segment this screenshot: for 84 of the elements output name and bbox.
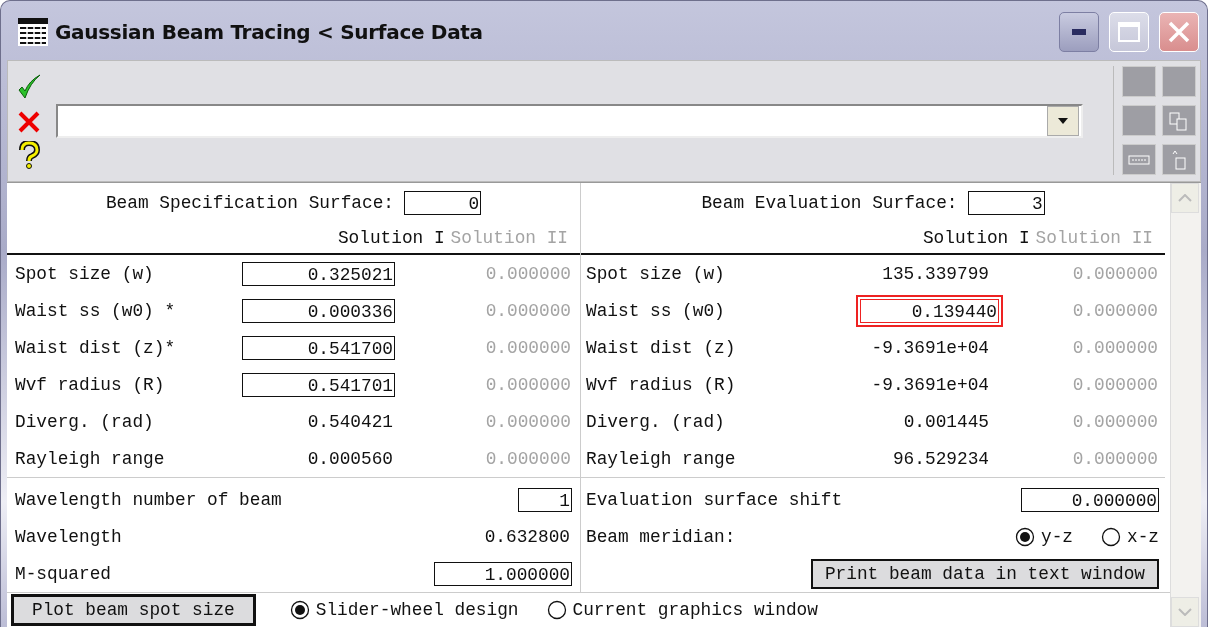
- value-text: -9.3691e+04: [871, 374, 990, 395]
- value-field[interactable]: 0.541700: [242, 335, 395, 360]
- value-text: 0.540421: [307, 411, 394, 432]
- print-button[interactable]: Print beam data in text window: [810, 558, 1159, 589]
- dropdown-button[interactable]: [1047, 105, 1079, 136]
- value-text: 0.000560: [307, 448, 394, 469]
- plot-button[interactable]: Plot beam spot size: [11, 594, 256, 626]
- surface-field[interactable]: 0: [404, 191, 482, 215]
- maximize-icon: [1118, 22, 1140, 43]
- disabled-value: 0.000000: [484, 337, 571, 358]
- check-icon[interactable]: [16, 72, 42, 101]
- value-field[interactable]: 1: [518, 487, 572, 512]
- field-label: Waist dist (z)*: [14, 337, 177, 358]
- field-label: Spot size (w): [585, 263, 726, 284]
- radio-button[interactable]: [546, 600, 567, 620]
- value-field[interactable]: 0.000336: [242, 298, 395, 323]
- value-field[interactable]: 0.325021: [242, 261, 395, 286]
- field-label: Wavelength: [15, 526, 122, 547]
- radio-label: Slider-wheel design: [315, 600, 519, 620]
- column-heading: Solution I: [922, 228, 1030, 248]
- column-heading: Solution II: [450, 228, 568, 248]
- copy-icon: [1168, 110, 1190, 131]
- field-label: Diverg. (rad): [585, 411, 726, 432]
- value-text: 96.529234: [892, 448, 990, 469]
- field-label: M-squared: [15, 563, 112, 584]
- disabled-value: 0.000000: [484, 374, 571, 395]
- radio-button[interactable]: [289, 600, 310, 620]
- column-heading: Solution II: [1035, 228, 1153, 248]
- toolbar-button[interactable]: [1162, 144, 1196, 176]
- value-text: -9.3691e+04: [871, 337, 990, 358]
- toolbar-button[interactable]: [1162, 66, 1196, 98]
- radio-button[interactable]: [1014, 526, 1035, 547]
- field-label: Waist dist (z): [585, 337, 737, 358]
- table-icon: [17, 17, 49, 48]
- radio-label: Current graphics window: [572, 600, 818, 620]
- value-text: 135.339799: [882, 263, 990, 284]
- field-label: Beam meridian:: [586, 526, 736, 547]
- surface-field[interactable]: 3: [967, 191, 1045, 215]
- disabled-value: 0.000000: [1071, 337, 1158, 358]
- radio-button[interactable]: [1101, 526, 1121, 547]
- caret-icon: [1058, 117, 1068, 124]
- disabled-value: 0.000000: [484, 263, 571, 284]
- disabled-value: 0.000000: [1071, 411, 1158, 432]
- column-heading: Solution I: [337, 228, 445, 248]
- value-text: 0.632800: [484, 526, 571, 547]
- scroll-down-button[interactable]: [1171, 597, 1199, 627]
- field-label: Wavelength number of beam: [15, 489, 282, 510]
- field-label: Rayleigh range: [14, 448, 166, 469]
- minimize-button[interactable]: [1059, 12, 1099, 53]
- value-field[interactable]: 0.541701: [242, 372, 395, 397]
- toolbar-button[interactable]: [1122, 105, 1156, 137]
- field-label: Wvf radius (R): [585, 374, 737, 395]
- surface-label: Beam Specification Surface:: [105, 193, 395, 213]
- field-label: Wvf radius (R): [14, 374, 166, 395]
- disabled-value: 0.000000: [484, 411, 571, 432]
- close-button[interactable]: [1159, 12, 1199, 53]
- field-label: Spot size (w): [14, 263, 155, 284]
- field-label: Evaluation surface shift: [586, 489, 843, 510]
- disabled-value: 0.000000: [1071, 300, 1158, 321]
- field-label: Waist ss (w0): [585, 300, 726, 321]
- close-icon: [1168, 21, 1190, 44]
- question-icon[interactable]: [16, 140, 42, 169]
- surface-label: Beam Evaluation Surface:: [701, 193, 958, 213]
- maximize-button[interactable]: [1109, 12, 1149, 53]
- value-field[interactable]: 0.000000: [1021, 487, 1159, 512]
- disabled-value: 0.000000: [484, 448, 571, 469]
- disabled-value: 0.000000: [1071, 263, 1158, 284]
- toolbar-button[interactable]: [1162, 105, 1196, 137]
- value-field[interactable]: 1.000000: [434, 561, 572, 586]
- minimize-icon: [1072, 29, 1086, 36]
- toolbar-button[interactable]: [1122, 144, 1156, 176]
- radio-label: y-z: [1040, 526, 1073, 547]
- field-label: Rayleigh range: [585, 448, 737, 469]
- field-label: Waist ss (w0) *: [14, 300, 177, 321]
- field-label: Diverg. (rad): [14, 411, 155, 432]
- value-text: 0.001445: [903, 411, 990, 432]
- scroll-up-button[interactable]: [1171, 183, 1199, 213]
- window-title: Gaussian Beam Tracing < Surface Data: [55, 20, 484, 45]
- radio-label: x-z: [1127, 526, 1159, 547]
- scrollbar[interactable]: [1170, 183, 1201, 627]
- disabled-value: 0.000000: [484, 300, 571, 321]
- disabled-value: 0.000000: [1071, 448, 1158, 469]
- toolbar-button[interactable]: [1122, 66, 1156, 98]
- disabled-value: 0.000000: [1071, 374, 1158, 395]
